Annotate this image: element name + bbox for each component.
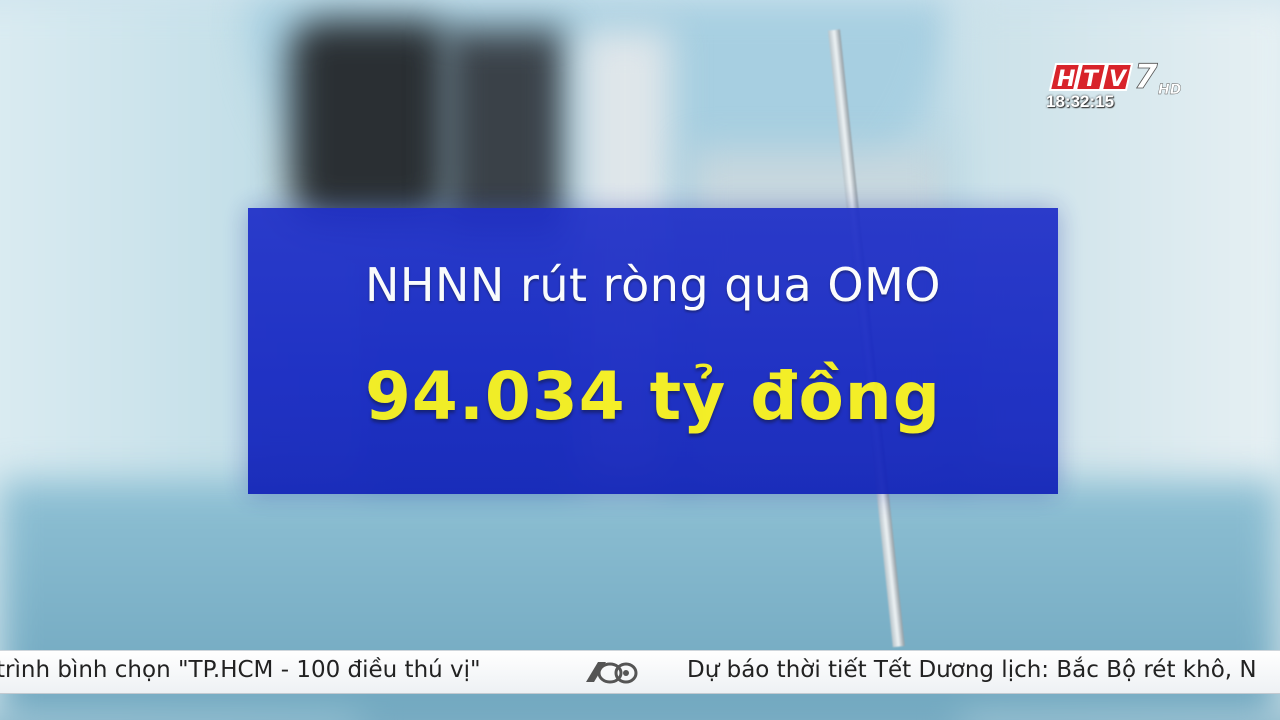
news-ticker: trình bình chọn "TP.HCM - 100 điều thú v… [0,650,1280,694]
channel-emblem-icon [586,662,638,684]
ticker-text-left: trình bình chọn "TP.HCM - 100 điều thú v… [0,657,481,683]
ticker-text-right: Dự báo thời tiết Tết Dương lịch: Bắc Bộ … [687,657,1257,683]
background-bracket [445,30,565,230]
svg-text:T: T [1083,67,1100,92]
channel-clock: 18:32:15 [1046,92,1115,111]
info-panel: NHNN rút ròng qua OMO 94.034 tỷ đồng [248,208,1058,494]
info-value: 94.034 tỷ đồng [364,358,942,435]
svg-text:HD: HD [1158,82,1181,98]
svg-text:7: 7 [1134,57,1158,97]
info-headline: NHNN rút ròng qua OMO [365,258,941,312]
background-roller [290,20,450,220]
svg-text:V: V [1109,67,1128,92]
svg-text:H: H [1057,67,1075,92]
